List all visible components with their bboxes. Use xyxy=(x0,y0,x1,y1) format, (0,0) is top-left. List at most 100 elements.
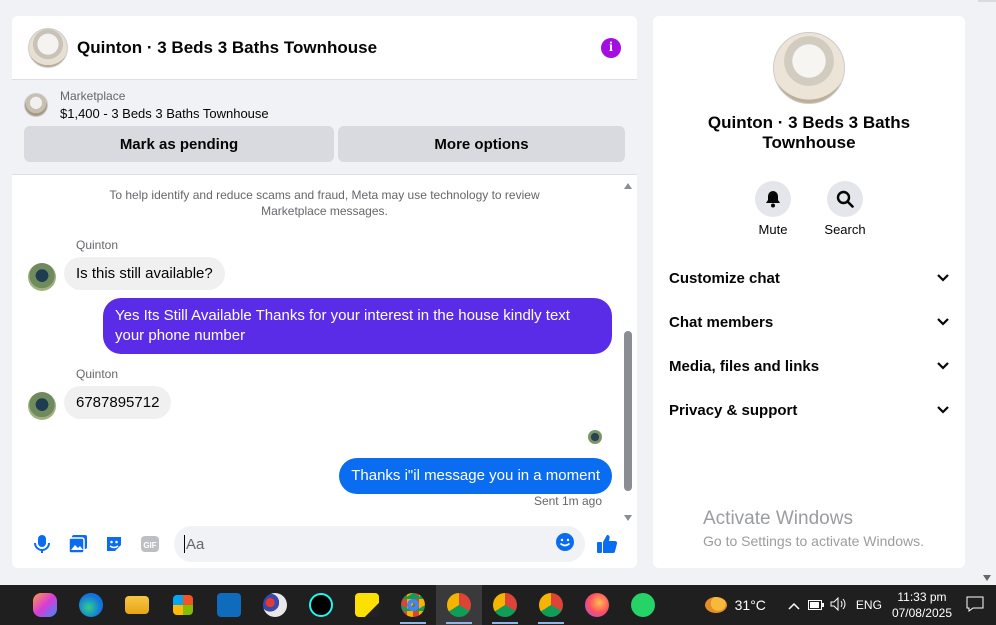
sticker-icon[interactable] xyxy=(96,526,132,562)
tiktok-app[interactable] xyxy=(298,585,344,625)
clock-time: 11:33 pm xyxy=(897,590,947,604)
message-sender: Quinton xyxy=(76,238,119,252)
conversation-info-panel: Quinton · 3 Beds 3 Baths Townhouse Mute … xyxy=(653,16,965,568)
battery-icon[interactable] xyxy=(807,598,824,613)
system-tray: 31°C ENG 11:33 pm 07/08/2025 xyxy=(704,585,996,625)
microphone-icon[interactable] xyxy=(24,526,60,562)
chevron-down-icon xyxy=(937,318,949,326)
page-scroll-down-arrow[interactable] xyxy=(983,575,991,581)
mark-as-pending-button[interactable]: Mark as pending xyxy=(24,126,334,162)
notification-icon[interactable] xyxy=(966,596,984,615)
marketplace-listing: Marketplace $1,400 - 3 Beds 3 Baths Town… xyxy=(12,80,637,175)
edge-app[interactable] xyxy=(68,585,114,625)
section-chat-members[interactable]: Chat members xyxy=(653,300,965,344)
message-input-container[interactable] xyxy=(174,526,585,562)
page-scroll-track xyxy=(978,0,996,2)
copilot-icon xyxy=(33,593,57,617)
chrome-app-4[interactable] xyxy=(528,585,574,625)
weather-icon[interactable] xyxy=(704,597,727,613)
info-icon[interactable]: i xyxy=(601,37,621,58)
edge-icon xyxy=(79,593,103,617)
chevron-up-icon[interactable] xyxy=(788,598,800,613)
chat-panel: Quinton · 3 Beds 3 Baths Townhouse i Mar… xyxy=(12,16,637,568)
outlook-app[interactable] xyxy=(206,585,252,625)
mute-label: Mute xyxy=(758,222,788,237)
thumbs-up-icon[interactable] xyxy=(589,526,625,562)
outgoing-message[interactable]: Yes Its Still Available Thanks for your … xyxy=(103,298,612,354)
bell-icon[interactable] xyxy=(755,181,791,217)
paint-app[interactable] xyxy=(252,585,298,625)
file-explorer-app[interactable] xyxy=(114,585,160,625)
gif-icon[interactable]: GIF xyxy=(132,526,168,562)
chrome-icon xyxy=(447,593,471,617)
page-scrollbar[interactable] xyxy=(978,0,996,585)
chat-title[interactable]: Quinton · 3 Beds 3 Baths Townhouse xyxy=(77,38,601,58)
language-indicator[interactable]: ENG xyxy=(856,598,882,612)
chrome-app-3[interactable] xyxy=(482,585,528,625)
section-customize-chat[interactable]: Customize chat xyxy=(653,256,965,300)
info-sections: Customize chat Chat members Media, files… xyxy=(653,256,965,432)
section-media-files-links[interactable]: Media, files and links xyxy=(653,344,965,388)
section-label: Chat members xyxy=(669,313,774,331)
store-icon xyxy=(173,595,193,615)
message-input[interactable] xyxy=(186,535,555,553)
search-label: Search xyxy=(824,222,866,237)
copilot-app[interactable] xyxy=(22,585,68,625)
section-label: Media, files and links xyxy=(669,357,820,375)
message-scrollbar[interactable] xyxy=(623,181,633,523)
sender-avatar[interactable] xyxy=(28,263,56,291)
chrome-icon xyxy=(539,593,563,617)
message-composer: GIF xyxy=(12,520,637,568)
clock-date: 07/08/2025 xyxy=(891,606,952,620)
listing-label: Marketplace xyxy=(60,89,126,103)
contact-avatar[interactable] xyxy=(28,27,68,68)
chrome-app-1[interactable] xyxy=(390,585,436,625)
photo-icon[interactable] xyxy=(60,526,96,562)
incoming-message[interactable]: 6787895712 xyxy=(64,386,172,419)
sticky-notes-icon xyxy=(355,593,379,617)
contact-avatar-large[interactable] xyxy=(773,32,845,104)
emoji-icon[interactable] xyxy=(555,532,575,557)
outgoing-message-latest[interactable]: Thanks i"il message you in a moment xyxy=(339,458,612,494)
chrome-app-2[interactable] xyxy=(436,585,482,625)
watermark-subtitle: Go to Settings to activate Windows. xyxy=(703,533,924,549)
listing-name[interactable]: $1,400 - 3 Beds 3 Baths Townhouse xyxy=(60,106,269,121)
mute-action[interactable]: Mute xyxy=(755,181,791,237)
volume-icon[interactable] xyxy=(830,596,846,614)
sticky-notes-app[interactable] xyxy=(344,585,390,625)
chrome-icon xyxy=(493,593,517,617)
store-app[interactable] xyxy=(160,585,206,625)
firefox-app[interactable] xyxy=(574,585,620,625)
palette-icon xyxy=(263,593,287,617)
scam-notice: To help identify and reduce scams and fr… xyxy=(109,188,540,218)
weather-temperature[interactable]: 31°C xyxy=(735,597,766,613)
incoming-message[interactable]: Is this still available? xyxy=(64,257,225,290)
chat-header: Quinton · 3 Beds 3 Baths Townhouse i xyxy=(12,16,637,80)
whatsapp-icon xyxy=(631,593,655,617)
more-options-button[interactable]: More options xyxy=(338,126,625,162)
section-label: Customize chat xyxy=(669,269,780,287)
firefox-icon xyxy=(585,593,609,617)
search-action[interactable]: Search xyxy=(824,181,866,237)
windows-taskbar: 31°C ENG 11:33 pm 07/08/2025 xyxy=(0,585,996,625)
svg-text:GIF: GIF xyxy=(143,541,156,550)
tiktok-icon xyxy=(309,593,333,617)
activate-windows-watermark: Activate Windows Go to Settings to activ… xyxy=(703,508,924,549)
search-icon[interactable] xyxy=(827,181,863,217)
scroll-thumb[interactable] xyxy=(624,331,632,491)
listing-thumbnail[interactable] xyxy=(24,93,48,117)
sent-status: Sent 1m ago xyxy=(533,494,602,508)
seen-indicator-avatar xyxy=(588,430,602,444)
conversation-name: Quinton · 3 Beds 3 Baths Townhouse xyxy=(707,113,911,152)
section-label: Privacy & support xyxy=(669,401,798,419)
section-privacy-support[interactable]: Privacy & support xyxy=(653,388,965,432)
outlook-icon xyxy=(217,593,241,617)
message-sender: Quinton xyxy=(76,367,119,381)
chevron-down-icon xyxy=(937,274,949,282)
clock[interactable]: 11:33 pm 07/08/2025 xyxy=(892,589,952,621)
sender-avatar[interactable] xyxy=(28,392,56,420)
watermark-title: Activate Windows xyxy=(703,508,853,529)
scroll-up-arrow[interactable] xyxy=(624,183,632,189)
folder-icon xyxy=(125,596,149,614)
whatsapp-app[interactable] xyxy=(620,585,666,625)
